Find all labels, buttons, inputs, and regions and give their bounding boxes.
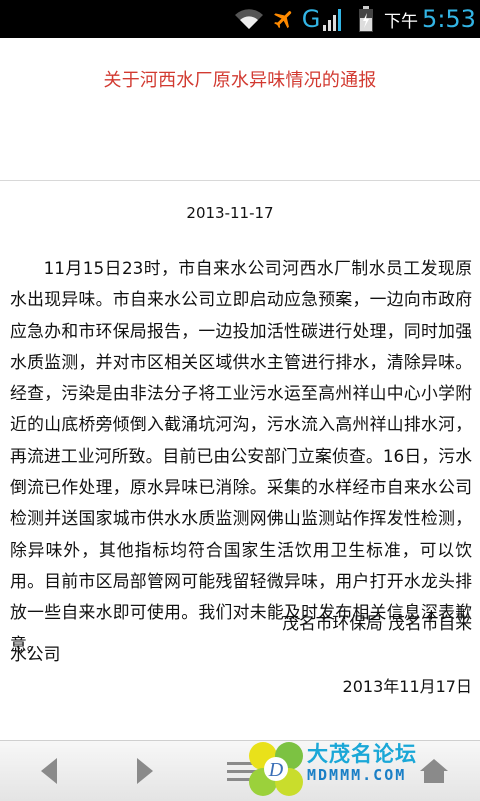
forward-button[interactable] xyxy=(120,741,170,801)
logo-text-en: MDMMM.COM xyxy=(307,766,407,784)
status-bar: G 下午 5:53 xyxy=(0,0,480,38)
forward-arrow-icon xyxy=(137,758,153,784)
article-body: 11月15日23时，市自来水公司河西水厂制水员工发现原水出现异味。市自来水公司立… xyxy=(10,253,472,660)
article-header: 关于河西水厂原水异味情况的通报 xyxy=(0,38,480,180)
airplane-icon xyxy=(270,0,298,38)
clock-time: 5:53 xyxy=(422,5,476,33)
clock-ampm: 下午 xyxy=(384,11,418,32)
network-type: G xyxy=(301,5,321,33)
article-date: 2013-11-17 xyxy=(186,204,274,222)
signal-icon xyxy=(322,0,344,38)
logo-text-cn: 大茂名论坛 xyxy=(307,742,417,766)
logo-emblem-icon: D xyxy=(249,742,303,796)
article-signature: 茂名市环保局 茂名市自来 水公司 2013年11月17日 xyxy=(10,608,472,702)
svg-text:D: D xyxy=(268,759,284,781)
wifi-icon xyxy=(232,0,266,38)
signature-organization: 茂名市环保局 茂名市自来 xyxy=(282,613,472,633)
article-title: 关于河西水厂原水异味情况的通报 xyxy=(103,70,377,91)
header-divider xyxy=(0,180,480,181)
article-paragraph: 11月15日23时，市自来水公司河西水厂制水员工发现原水出现异味。市自来水公司立… xyxy=(10,258,472,654)
site-logo: D 大茂名论坛 MDMMM.COM xyxy=(245,736,473,800)
battery-icon xyxy=(356,0,376,38)
signature-organization-cont: 水公司 xyxy=(10,644,61,665)
back-button[interactable] xyxy=(24,741,74,801)
signature-date: 2013年11月17日 xyxy=(342,676,472,696)
back-arrow-icon xyxy=(41,758,57,784)
